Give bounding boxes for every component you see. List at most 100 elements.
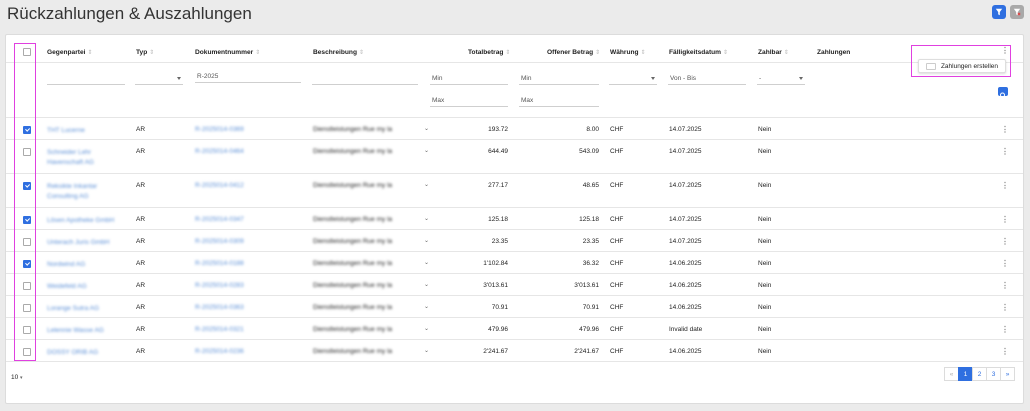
- gegenpartei-link[interactable]: Lorange Sutra AG: [47, 304, 127, 314]
- header-faelligkeitsdatum[interactable]: Fälligkeitsdatum ⇕: [669, 49, 728, 56]
- row-divider: [6, 317, 1023, 318]
- row-more-icon[interactable]: ⋮: [1001, 348, 1009, 356]
- header-gegenpartei[interactable]: Gegenpartei ⇕: [47, 49, 93, 56]
- row-more-icon[interactable]: ⋮: [1001, 148, 1009, 156]
- dokumentnummer-link[interactable]: R-2025014-0412: [195, 182, 244, 189]
- dokumentnummer-link[interactable]: R-2025014-0347: [195, 216, 244, 223]
- row-checkbox[interactable]: [23, 238, 31, 246]
- typ-cell: AR: [136, 148, 146, 155]
- filter-date-range-input[interactable]: Von - Bis: [668, 73, 746, 85]
- filter-icon: [995, 8, 1003, 16]
- row-more-icon[interactable]: ⋮: [1001, 182, 1009, 190]
- row-checkbox[interactable]: [23, 304, 31, 312]
- row-more-icon[interactable]: ⋮: [1001, 260, 1009, 268]
- header-zahlbar[interactable]: Zahlbar ⇕: [758, 49, 789, 56]
- gegenpartei-link[interactable]: Lelennie Wasse AG: [47, 326, 127, 336]
- dokumentnummer-link[interactable]: R-2025014-0369: [195, 126, 244, 133]
- chevron-down-icon[interactable]: ⌄: [424, 347, 429, 354]
- header-more-icon[interactable]: ⋮: [1001, 47, 1009, 55]
- header-offener-betrag[interactable]: Offener Betrag ⇕: [547, 49, 600, 56]
- row-more-icon[interactable]: ⋮: [1001, 304, 1009, 312]
- faelligkeitsdatum-cell: 14.07.2025: [669, 182, 702, 189]
- dokumentnummer-link[interactable]: R-2025014-0363: [195, 304, 244, 311]
- header-beschreibung[interactable]: Beschreibung ⇕: [313, 49, 364, 56]
- row-checkbox[interactable]: [23, 326, 31, 334]
- pagination-page-1[interactable]: 1: [958, 367, 973, 381]
- zahlungen-erstellen-menu-item[interactable]: Zahlungen erstellen: [918, 59, 1006, 73]
- page-size-select[interactable]: 10 ▾: [11, 374, 23, 381]
- pagination-page-3[interactable]: 3: [986, 367, 1001, 381]
- dokumentnummer-link[interactable]: R-2025014-0321: [195, 326, 244, 333]
- chevron-down-icon[interactable]: ⌄: [424, 125, 429, 132]
- gegenpartei-link[interactable]: Schneider Lehr Havenschaft AG: [47, 148, 127, 168]
- faelligkeitsdatum-cell: 14.07.2025: [669, 238, 702, 245]
- filter-gegenpartei-input[interactable]: [47, 73, 125, 85]
- row-more-icon[interactable]: ⋮: [1001, 238, 1009, 246]
- pagination-page-2[interactable]: 2: [972, 367, 987, 381]
- search-button[interactable]: [998, 87, 1008, 99]
- typ-cell: AR: [136, 126, 146, 133]
- chevron-down-icon[interactable]: ⌄: [424, 281, 429, 288]
- gegenpartei-link[interactable]: Weidefeld AG: [47, 282, 127, 292]
- sort-icon: ⇕: [783, 50, 789, 56]
- filter-zahlbar-select[interactable]: -: [757, 73, 805, 85]
- dokumentnummer-link[interactable]: R-2025014-0309: [195, 238, 244, 245]
- row-checkbox[interactable]: [23, 260, 31, 268]
- row-checkbox[interactable]: [23, 126, 31, 134]
- filter-dokumentnummer-input[interactable]: R-2025: [195, 71, 301, 83]
- gegenpartei-link[interactable]: DOSSY ORIB AG: [47, 348, 127, 358]
- filter-button[interactable]: [992, 5, 1006, 19]
- header-waehrung[interactable]: Währung ⇕: [610, 49, 646, 56]
- typ-cell: AR: [136, 348, 146, 355]
- gegenpartei-link[interactable]: Nordwind AG: [47, 260, 127, 270]
- row-checkbox[interactable]: [23, 348, 31, 356]
- row-checkbox[interactable]: [23, 216, 31, 224]
- faelligkeitsdatum-cell: 14.06.2025: [669, 348, 702, 355]
- row-checkbox[interactable]: [23, 282, 31, 290]
- beschreibung-cell: Dienstleistungen Rue my la: [313, 126, 393, 133]
- gegenpartei-link[interactable]: Lösen Apotheke GmbH: [47, 216, 127, 226]
- faelligkeitsdatum-cell: Invalid date: [669, 326, 703, 333]
- dokumentnummer-link[interactable]: R-2025014-0236: [195, 348, 244, 355]
- dokumentnummer-link[interactable]: R-2025014-0188: [195, 260, 244, 267]
- row-checkbox[interactable]: [23, 182, 31, 190]
- filter-waehrung-select[interactable]: [609, 73, 657, 85]
- row-more-icon[interactable]: ⋮: [1001, 126, 1009, 134]
- chevron-down-icon[interactable]: ⌄: [424, 215, 429, 222]
- row-more-icon[interactable]: ⋮: [1001, 282, 1009, 290]
- gegenpartei-link[interactable]: Reksikte Inkantar Consulting AG: [47, 182, 127, 202]
- gegenpartei-link[interactable]: Unterach Juris GmbH: [47, 238, 127, 248]
- filter-offen-max-input[interactable]: Max: [519, 95, 599, 107]
- chevron-down-icon: [799, 77, 803, 80]
- row-more-icon[interactable]: ⋮: [1001, 216, 1009, 224]
- totalbetrag-cell: 2'241.67: [483, 348, 508, 355]
- gegenpartei-link[interactable]: THT Lucerne: [47, 126, 127, 136]
- row-more-icon[interactable]: ⋮: [1001, 326, 1009, 334]
- header-typ[interactable]: Typ ⇕: [136, 49, 154, 56]
- row-divider: [6, 295, 1023, 296]
- clear-filter-button[interactable]: [1010, 5, 1024, 19]
- chevron-down-icon[interactable]: ⌄: [424, 181, 429, 188]
- chevron-down-icon[interactable]: ⌄: [424, 147, 429, 154]
- header-totalbetrag[interactable]: Totalbetrag ⇕: [468, 49, 510, 56]
- filter-typ-select[interactable]: [135, 73, 183, 85]
- filter-divider: [6, 117, 1023, 118]
- filter-beschreibung-input[interactable]: [312, 73, 418, 85]
- select-all-checkbox[interactable]: [23, 48, 31, 56]
- dokumentnummer-link[interactable]: R-2025014-0283: [195, 282, 244, 289]
- filter-offen-min-input[interactable]: Min: [519, 73, 599, 85]
- chevron-down-icon[interactable]: ⌄: [424, 325, 429, 332]
- chevron-down-icon[interactable]: ⌄: [424, 259, 429, 266]
- header-dokumentnummer[interactable]: Dokumentnummer ⇕: [195, 49, 260, 56]
- payment-icon: [925, 62, 936, 70]
- dokumentnummer-link[interactable]: R-2025014-0464: [195, 148, 244, 155]
- row-checkbox[interactable]: [23, 148, 31, 156]
- search-icon: [1000, 92, 1006, 99]
- chevron-down-icon[interactable]: ⌄: [424, 237, 429, 244]
- filter-total-max-input[interactable]: Max: [430, 95, 508, 107]
- pagination-prev[interactable]: «: [944, 367, 959, 381]
- chevron-down-icon[interactable]: ⌄: [424, 303, 429, 310]
- waehrung-cell: CHF: [610, 216, 624, 223]
- pagination-next[interactable]: »: [1000, 367, 1015, 381]
- filter-total-min-input[interactable]: Min: [430, 73, 508, 85]
